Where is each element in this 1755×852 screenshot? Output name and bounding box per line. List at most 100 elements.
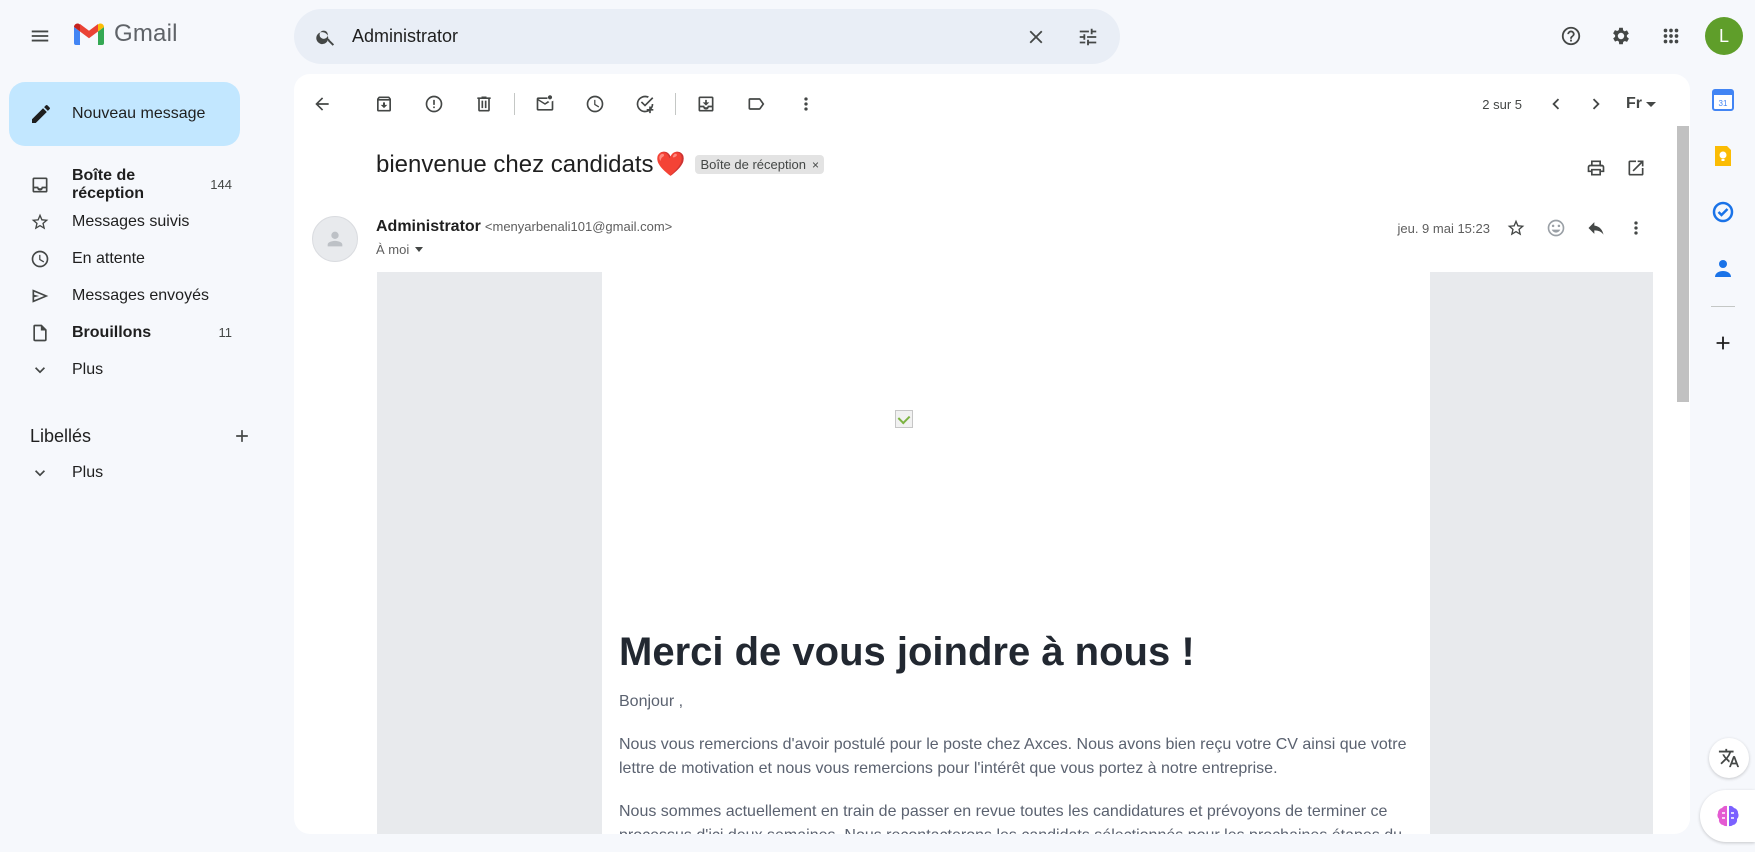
contacts-app-button[interactable]	[1705, 250, 1741, 286]
apps-button[interactable]	[1651, 16, 1691, 56]
mark-unread-button[interactable]	[525, 84, 565, 124]
get-addons-button[interactable]	[1705, 325, 1741, 361]
labels-header: Libellés	[30, 416, 262, 456]
search-icon	[316, 30, 335, 46]
reply-button[interactable]	[1576, 208, 1616, 248]
labels-more-label: Plus	[72, 463, 104, 481]
message-date: jeu. 9 mai 15:23	[1397, 220, 1490, 236]
archive-icon	[376, 96, 392, 112]
newer-button[interactable]	[1536, 84, 1576, 124]
snooze-button[interactable]	[575, 84, 615, 124]
clock-icon	[31, 250, 49, 267]
sidebar-item-inbox[interactable]: Boîte de réception 144	[0, 166, 262, 203]
recipients-toggle[interactable]: À moi	[376, 242, 424, 257]
sidebar-item-label: Boîte de réception	[72, 166, 145, 202]
create-label-button[interactable]	[222, 416, 262, 456]
inbox-label-chip[interactable]: Boîte de réception ×	[695, 155, 824, 174]
delete-button[interactable]	[464, 84, 504, 124]
email-heading: Merci de vous joindre à nous !	[619, 630, 1195, 674]
more-actions-button[interactable]	[786, 84, 826, 124]
back-button[interactable]	[302, 84, 342, 124]
recipients-text: À moi	[376, 242, 410, 257]
person-icon	[327, 231, 343, 247]
main-menu-button[interactable]	[20, 16, 60, 56]
side-panel-divider	[1711, 306, 1735, 307]
sender-name[interactable]: Administrator	[376, 218, 481, 236]
input-tools-selector[interactable]: Fr	[1626, 95, 1656, 113]
ai-extension-button[interactable]	[1700, 790, 1755, 842]
account-avatar[interactable]: L	[1705, 17, 1743, 55]
arrow-back-icon	[315, 97, 329, 111]
remove-label-button[interactable]: ×	[812, 158, 819, 172]
broken-image-icon	[895, 410, 913, 428]
calendar-app-button[interactable]: 31	[1705, 82, 1741, 118]
mark-unread-icon	[536, 95, 554, 111]
sender-avatar[interactable]	[312, 216, 358, 262]
pager-text: 2 sur 5	[1482, 96, 1522, 112]
reply-icon	[1588, 222, 1604, 235]
subject-actions	[1576, 148, 1656, 188]
gmail-logo[interactable]: Gmail	[72, 20, 178, 48]
print-button[interactable]	[1576, 148, 1616, 188]
sidebar-item-label: Messages suivis	[72, 212, 190, 230]
older-button[interactable]	[1576, 84, 1616, 124]
apps-grid-icon	[1663, 28, 1679, 44]
email-paragraph: Nous sommes actuellement en train de pas…	[619, 803, 1402, 834]
move-to-button[interactable]	[686, 84, 726, 124]
compose-button[interactable]: Nouveau message	[9, 82, 240, 146]
chevron-left-icon	[1552, 98, 1560, 110]
sidebar-item-label: Brouillons	[72, 323, 152, 341]
keep-app-button[interactable]	[1705, 138, 1741, 174]
sender-line: Administrator <menyarbenali101@gmail.com…	[376, 218, 672, 236]
emoji-icon	[1547, 219, 1565, 237]
settings-button[interactable]	[1601, 16, 1641, 56]
sidebar-item-drafts[interactable]: Brouillons 11	[0, 314, 262, 351]
subject-emoji: ❤️	[655, 151, 686, 178]
send-icon	[32, 288, 49, 303]
drafts-count: 11	[218, 325, 233, 340]
search-button[interactable]	[306, 17, 346, 57]
toolbar-divider	[675, 93, 676, 115]
email-body: Merci de vous joindre à nous ! Bonjour ,…	[377, 272, 1653, 834]
add-reaction-button[interactable]	[1536, 208, 1576, 248]
inbox-icon	[32, 177, 48, 192]
labels-button[interactable]	[736, 84, 776, 124]
message-more-button[interactable]	[1616, 208, 1656, 248]
sidebar-item-label: En attente	[72, 249, 145, 267]
side-panel: 31	[1698, 82, 1748, 381]
sidebar-item-sent[interactable]: Messages envoyés	[0, 277, 262, 314]
menu-icon	[31, 30, 49, 42]
clock-icon	[586, 95, 604, 113]
search-input[interactable]	[352, 16, 1012, 57]
trash-icon	[477, 96, 491, 112]
contacts-icon	[1715, 260, 1731, 277]
archive-button[interactable]	[364, 84, 404, 124]
sidebar-item-more[interactable]: Plus	[0, 351, 262, 388]
sidebar-item-snoozed[interactable]: En attente	[0, 240, 262, 277]
clear-search-button[interactable]	[1016, 17, 1056, 57]
svg-text:31: 31	[1719, 99, 1728, 108]
labels-more[interactable]: Plus	[0, 454, 262, 491]
caret-down-icon	[1646, 101, 1656, 107]
report-spam-button[interactable]	[414, 84, 454, 124]
search-options-button[interactable]	[1068, 17, 1108, 57]
message-meta: jeu. 9 mai 15:23	[1397, 208, 1656, 248]
add-to-tasks-button[interactable]	[625, 84, 665, 124]
pagination: 2 sur 5 Fr	[1482, 80, 1656, 128]
scrollbar[interactable]	[1676, 126, 1690, 834]
tasks-app-button[interactable]	[1705, 194, 1741, 230]
help-button[interactable]	[1551, 16, 1591, 56]
open-new-window-button[interactable]	[1616, 148, 1656, 188]
compose-label: Nouveau message	[72, 105, 206, 122]
tasks-icon	[1712, 201, 1734, 223]
caret-down-icon	[415, 247, 424, 252]
translate-extension-button[interactable]	[1709, 738, 1749, 778]
scrollbar-thumb[interactable]	[1677, 126, 1689, 402]
star-button[interactable]	[1496, 208, 1536, 248]
message-view: 2 sur 5 Fr bienvenue chez candidats ❤️ B…	[294, 74, 1690, 834]
label-icon	[748, 98, 765, 110]
print-icon	[1587, 160, 1605, 176]
email-content: Merci de vous joindre à nous ! Bonjour ,…	[602, 272, 1430, 834]
email-greeting: Bonjour ,	[619, 693, 684, 710]
sidebar-item-starred[interactable]: Messages suivis	[0, 203, 262, 240]
